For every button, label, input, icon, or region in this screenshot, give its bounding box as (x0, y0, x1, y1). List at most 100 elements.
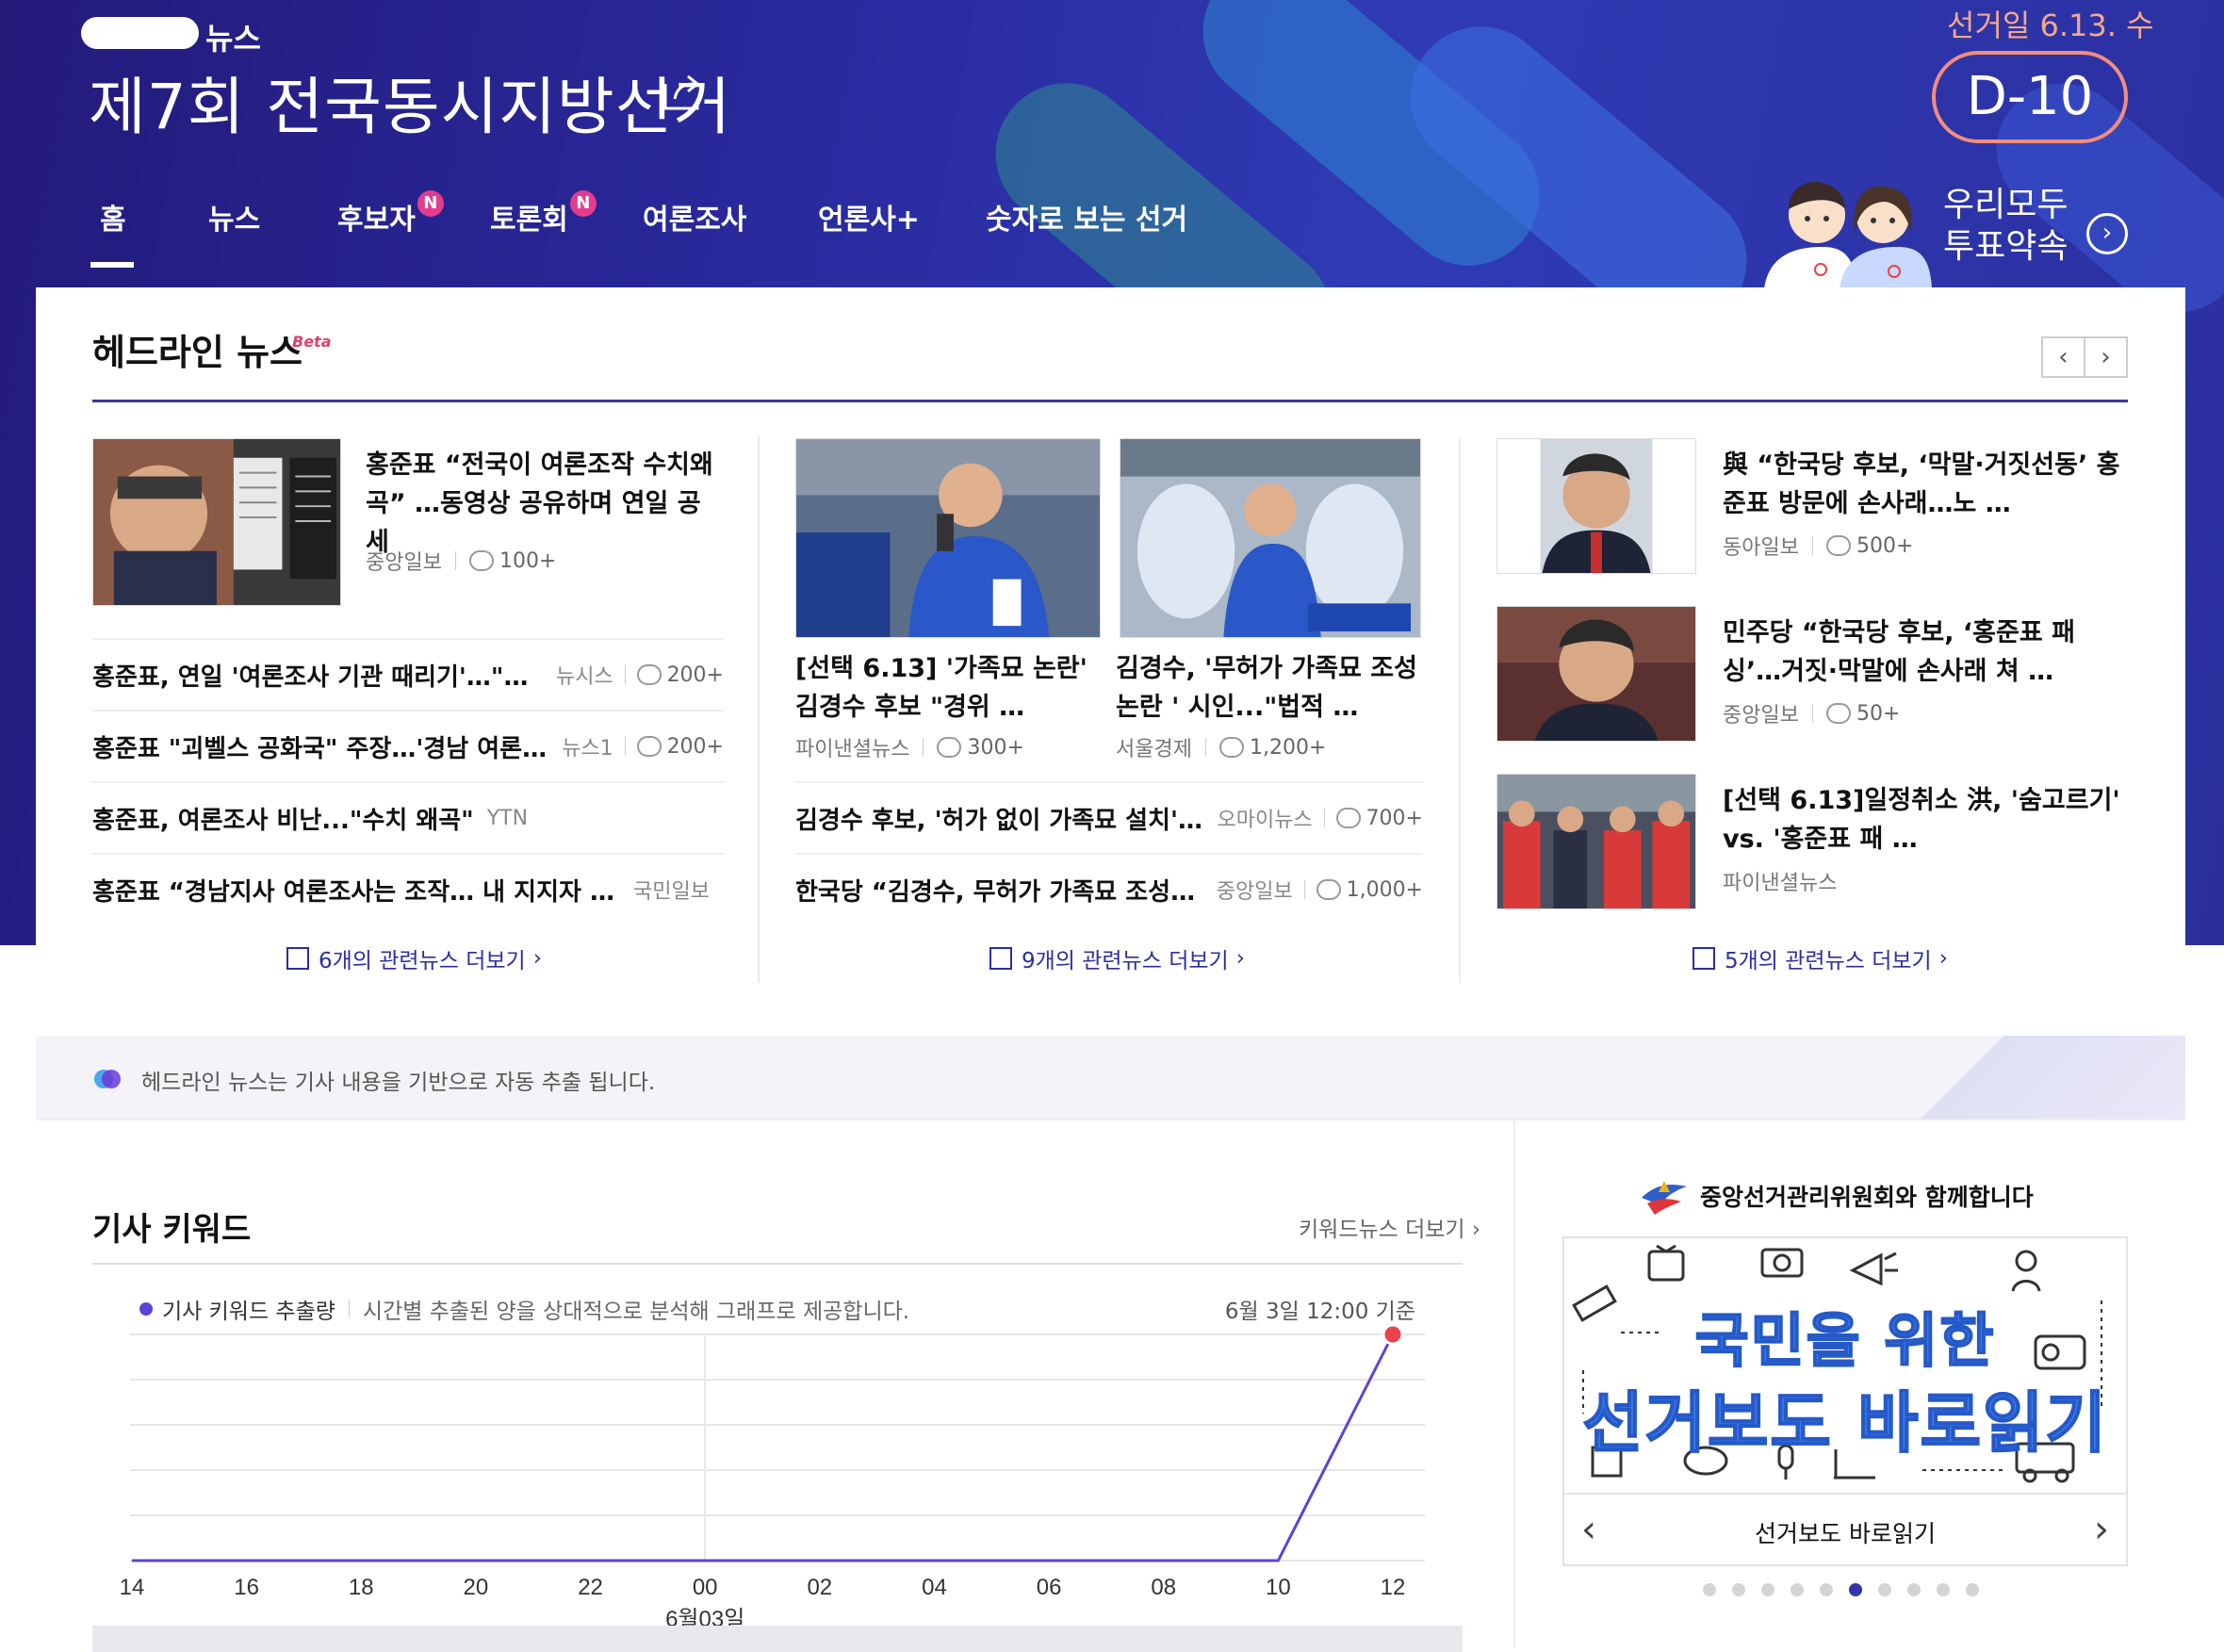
comment-icon (1825, 703, 1851, 724)
vote-promise-line1: 우리모두 (1943, 186, 2069, 224)
carousel-dot[interactable] (1937, 1583, 1950, 1596)
tab-candidates[interactable]: 후보자N (337, 190, 444, 237)
x-tick-label: 06 (1037, 1575, 1062, 1600)
chevron-right-icon[interactable]: › (2094, 1508, 2109, 1551)
x-tick-label: 18 (349, 1575, 374, 1600)
comment-count[interactable]: 50+ (1825, 702, 1900, 726)
active-tab-indicator (90, 262, 134, 268)
carousel-dot[interactable] (1732, 1583, 1745, 1596)
news-headline[interactable]: [선택 6.13]일정취소 洪, '숨고르기' vs. '홍준표 패 … (1723, 781, 2128, 859)
x-tick-label: 02 (807, 1575, 832, 1600)
carousel-dot[interactable] (1849, 1583, 1862, 1596)
news-source[interactable]: 동아일보 (1723, 531, 1799, 561)
dday-badge: D-10 (1932, 51, 2128, 143)
news-row[interactable]: 홍준표 "괴벨스 공화국" 주장…'경남 여론조사' … 뉴스1 200+ (92, 710, 724, 781)
news-source[interactable]: 서울경제 (1116, 732, 1192, 762)
news-thumbnail[interactable] (92, 438, 341, 606)
chart-description: 시간별 추출된 양을 상대적으로 분석해 그래프로 제공합니다. (362, 1300, 910, 1324)
x-tick-label: 20 (464, 1575, 489, 1600)
vote-promise-link[interactable]: 우리모두 투표약속 (1943, 185, 2068, 268)
news-row[interactable]: 홍준표, 연일 '여론조사 기관 때리기'…"전국서 … 뉴시스 200+ (92, 638, 724, 710)
page-title: 제7회 전국동시지방선거 (89, 71, 732, 143)
nec-logo-icon (1642, 1181, 1687, 1215)
news-tag[interactable]: 뉴스 (205, 15, 261, 58)
carousel-dot[interactable] (1878, 1583, 1891, 1596)
chart-legend: 기사 키워드 추출량 시간별 추출된 양을 상대적으로 분석해 그래프로 제공합… (139, 1293, 909, 1325)
vote-promise-line2: 투표약속 (1943, 227, 2069, 266)
news-source[interactable]: 파이낸셜뉴스 (1723, 866, 1837, 896)
chevron-right-icon[interactable]: › (2086, 213, 2128, 254)
election-report-banner[interactable]: 국민을 위한 선거보도 바로읽기 (1562, 1236, 2128, 1493)
news-thumbnail[interactable] (795, 438, 1101, 638)
news-row-title: 홍준표 “경남지사 여론조사는 조작… 내 지지자 절반만 … (92, 877, 620, 907)
comment-icon (636, 664, 662, 685)
legend-label: 기사 키워드 추출량 (162, 1300, 335, 1324)
carousel-dot[interactable] (1907, 1583, 1921, 1596)
news-row[interactable]: 홍준표 “경남지사 여론조사는 조작… 내 지지자 절반만 … 국민일보 (92, 853, 724, 924)
news-source[interactable]: 중앙일보 (366, 546, 442, 576)
news-headline[interactable]: 김경수, '무허가 가족묘 조성 논란 ' 시인..."법적 … (1116, 649, 1432, 727)
news-row[interactable]: 김경수 후보, '허가 없이 가족묘 설치'에 사과 오마이뉴스 700+ (795, 781, 1423, 853)
x-tick-label: 14 (120, 1575, 145, 1600)
data-point (1382, 1323, 1404, 1346)
decor-shape (1827, 1036, 2185, 1119)
comment-icon (468, 550, 494, 571)
column-divider (758, 436, 760, 983)
carousel-dot[interactable] (1820, 1583, 1833, 1596)
share-icon[interactable] (660, 71, 705, 114)
related-news-more-link[interactable]: 9개의 관련뉴스 더보기 › (989, 942, 1245, 974)
comment-icon (1316, 879, 1341, 900)
news-headline[interactable]: 與 “한국당 후보, ‘막말·거짓선동’ 홍준표 방문에 손사래…노 … (1723, 446, 2128, 523)
news-thumbnail[interactable] (1496, 438, 1696, 574)
checkbox-icon (1693, 947, 1715, 970)
chevron-left-icon[interactable]: ‹ (2043, 338, 2084, 376)
news-row-title: 홍준표, 여론조사 비난..."수치 왜곡" (92, 806, 474, 835)
news-headline[interactable]: 홍준표 “전국이 여론조작 수치왜곡” …동영상 공유하며 연일 공세 (366, 446, 724, 562)
related-news-more-link[interactable]: 6개의 관련뉴스 더보기 › (286, 942, 542, 974)
news-meta: 중앙일보 100+ (366, 546, 556, 576)
tab-home[interactable]: 홈 (100, 196, 126, 237)
tab-news[interactable]: 뉴스 (208, 196, 260, 237)
comment-count[interactable]: 300+ (937, 736, 1024, 760)
news-source: 중앙일보 (1216, 880, 1293, 904)
section-divider (36, 1119, 2185, 1120)
carousel-dot[interactable] (1703, 1583, 1716, 1596)
news-thumbnail[interactable] (1120, 438, 1421, 638)
x-tick-label: 12 (1381, 1575, 1406, 1600)
tab-polls[interactable]: 여론조사 (643, 196, 746, 237)
x-tick-label: 08 (1151, 1575, 1176, 1600)
x-tick-label: 16 (234, 1575, 259, 1600)
chevron-right-icon[interactable]: › (2084, 338, 2126, 376)
carousel-dot[interactable] (1761, 1583, 1774, 1596)
news-source[interactable]: 중앙일보 (1723, 698, 1799, 728)
tab-election-in-numbers[interactable]: 숫자로 보는 선거 (986, 196, 1187, 237)
news-row-title: 김경수 후보, '허가 없이 가족묘 설치'에 사과 (795, 806, 1203, 835)
keyword-news-more-link[interactable]: 키워드뉴스 더보기 › (1299, 1211, 1480, 1243)
comment-count: 700+ (1335, 807, 1423, 830)
new-badge: N (569, 190, 597, 217)
tab-debates[interactable]: 토론회N (490, 190, 597, 237)
news-source[interactable]: 파이낸셜뉴스 (795, 732, 909, 762)
carousel-dot[interactable] (1791, 1583, 1804, 1596)
headline-notice-bar: 헤드라인 뉴스는 기사 내용을 기반으로 자동 추출 됩니다. (36, 1036, 2185, 1119)
comment-count[interactable]: 100+ (468, 549, 556, 573)
comment-count[interactable]: 1,200+ (1218, 736, 1326, 760)
portal-logo[interactable] (81, 17, 199, 49)
carousel-dot[interactable] (1966, 1583, 1979, 1596)
news-headline[interactable]: [선택 6.13] '가족묘 논란' 김경수 후보 "경위 … (795, 649, 1101, 727)
news-row[interactable]: 한국당 “김경수, 무허가 가족묘 조성 사죄해… 중앙일보 1,000+ (795, 853, 1423, 924)
news-headline[interactable]: 민주당 “한국당 후보, ‘홍준표 패싱’…거짓·막말에 손사래 쳐 … (1723, 613, 2128, 691)
news-thumbnail[interactable] (1496, 606, 1696, 742)
related-news-more-link[interactable]: 5개의 관련뉴스 더보기 › (1693, 942, 1948, 974)
new-badge: N (417, 190, 444, 217)
tab-press-plus[interactable]: 언론사+ (818, 196, 920, 237)
news-thumbnail[interactable] (1496, 774, 1696, 909)
legend-dot-icon (139, 1302, 153, 1316)
x-tick-label: 10 (1266, 1575, 1291, 1600)
news-row[interactable]: 홍준표, 여론조사 비난..."수치 왜곡" YTN (92, 781, 724, 853)
info-dot-icon (94, 1070, 121, 1088)
banner-caption[interactable]: 선거보도 바로읽기 (1564, 1515, 2126, 1549)
comment-count[interactable]: 500+ (1825, 534, 1913, 558)
comment-icon (1218, 737, 1244, 758)
comment-icon (1335, 808, 1361, 828)
